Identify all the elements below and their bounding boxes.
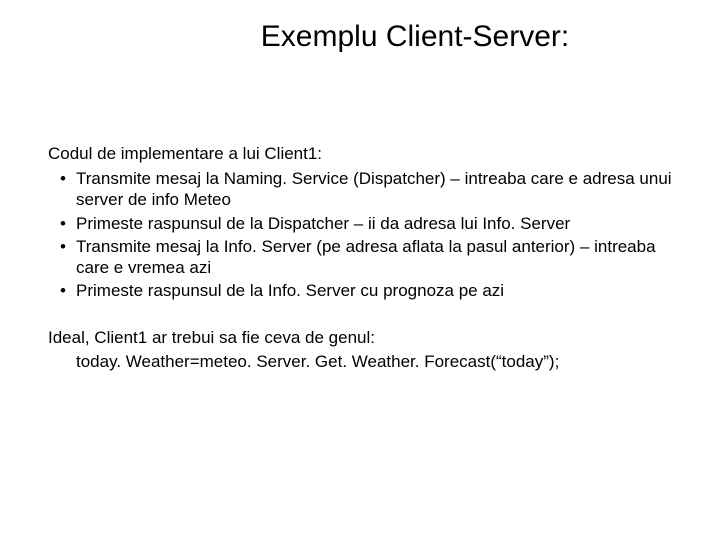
list-item: Primeste raspunsul de la Info. Server cu… <box>48 280 672 301</box>
slide-title: Exemplu Client-Server: <box>158 20 672 54</box>
list-item: Primeste raspunsul de la Dispatcher – ii… <box>48 213 672 234</box>
bullet-list: Transmite mesaj la Naming. Service (Disp… <box>48 168 672 302</box>
intro-text: Codul de implementare a lui Client1: <box>48 144 672 164</box>
ideal-intro: Ideal, Client1 ar trebui sa fie ceva de … <box>48 328 672 348</box>
list-item: Transmite mesaj la Info. Server (pe adre… <box>48 236 672 279</box>
list-item: Transmite mesaj la Naming. Service (Disp… <box>48 168 672 211</box>
ideal-code: today. Weather=meteo. Server. Get. Weath… <box>76 352 672 372</box>
slide: Exemplu Client-Server: Codul de implemen… <box>0 0 720 540</box>
